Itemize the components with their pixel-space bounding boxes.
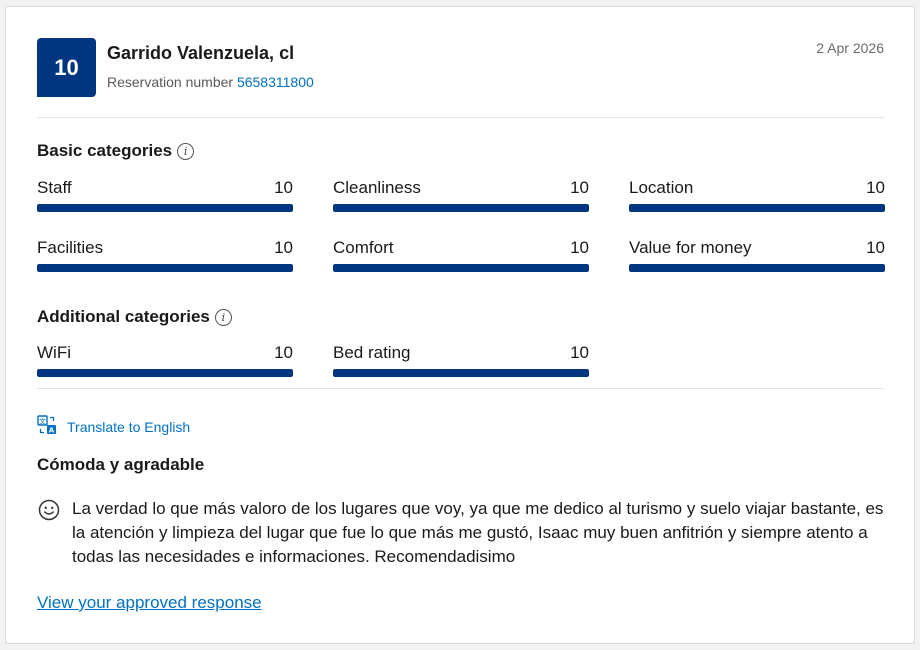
divider	[37, 117, 884, 118]
category-score: 10	[866, 178, 885, 197]
score-bar-fill	[333, 204, 589, 212]
category-facilities: Facilities 10	[37, 238, 293, 272]
category-label: Value for money	[629, 238, 752, 257]
category-location: Location 10	[629, 178, 885, 212]
category-label: Comfort	[333, 238, 394, 257]
svg-text:A: A	[49, 427, 55, 435]
category-value-for-money: Value for money 10	[629, 238, 885, 272]
divider	[37, 388, 884, 389]
basic-categories-title: Basic categories	[37, 141, 173, 160]
guest-name: Garrido Valenzuela, cl	[107, 43, 295, 63]
score-bar	[37, 369, 293, 377]
review-text: La verdad lo que más valoro de los lugar…	[72, 499, 884, 566]
review-date: 2 Apr 2026	[816, 40, 884, 56]
score-bar	[333, 369, 589, 377]
category-cleanliness: Cleanliness 10	[333, 178, 589, 212]
score-bar	[629, 204, 885, 212]
category-label: Staff	[37, 178, 72, 197]
category-score: 10	[570, 238, 589, 257]
category-score: 10	[570, 343, 589, 362]
translate-link[interactable]: 文 A Translate to English	[37, 415, 190, 438]
category-score: 10	[274, 178, 293, 197]
svg-text:文: 文	[39, 416, 46, 425]
score-bar	[37, 264, 293, 272]
category-label: Bed rating	[333, 343, 411, 362]
reservation-label: Reservation number	[107, 74, 234, 90]
additional-categories-heading: Additional categories i	[37, 307, 232, 327]
score-bar-fill	[333, 369, 589, 377]
category-score: 10	[274, 343, 293, 362]
info-icon[interactable]: i	[177, 142, 195, 160]
additional-categories-title: Additional categories	[37, 307, 210, 326]
score-bar-fill	[629, 204, 885, 212]
category-staff: Staff 10	[37, 178, 293, 212]
score-bar	[629, 264, 885, 272]
category-score: 10	[866, 238, 885, 257]
category-label: Cleanliness	[333, 178, 421, 197]
category-label: Location	[629, 178, 694, 197]
category-label: Facilities	[37, 238, 104, 257]
category-score: 10	[274, 238, 293, 257]
score-bar	[37, 204, 293, 212]
score-bar-fill	[37, 204, 293, 212]
review-title: Cómoda y agradable	[37, 455, 205, 474]
reservation-number-link[interactable]: 5658311800	[237, 74, 314, 90]
translate-icon: 文 A	[37, 415, 57, 438]
info-icon[interactable]: i	[214, 308, 232, 326]
basic-categories-heading: Basic categories i	[37, 141, 195, 161]
smiley-icon	[38, 499, 60, 526]
category-score: 10	[570, 178, 589, 197]
category-label: WiFi	[37, 343, 71, 362]
category-comfort: Comfort 10	[333, 238, 589, 272]
category-bed-rating: Bed rating 10	[333, 343, 589, 377]
score-bar-fill	[333, 264, 589, 272]
reservation-line: Reservation number 5658311800	[107, 74, 314, 90]
overall-score: 10	[54, 54, 79, 80]
score-bar	[333, 264, 589, 272]
overall-score-badge: 10	[37, 38, 96, 97]
score-bar-fill	[37, 369, 293, 377]
score-bar-fill	[37, 264, 293, 272]
score-bar-fill	[629, 264, 885, 272]
score-bar	[333, 204, 589, 212]
translate-label: Translate to English	[67, 418, 191, 435]
review-card: 10 Garrido Valenzuela, cl Reservation nu…	[5, 6, 915, 644]
category-wifi: WiFi 10	[37, 343, 293, 377]
view-approved-response-link[interactable]: View your approved response	[37, 593, 262, 613]
